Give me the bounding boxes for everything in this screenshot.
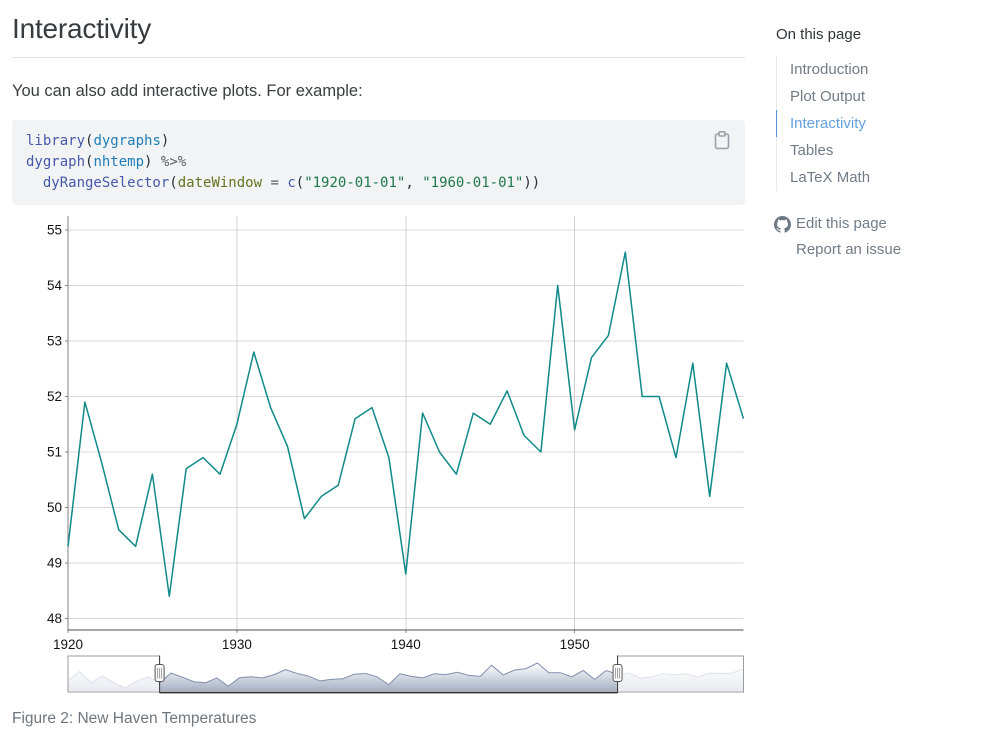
y-tick-label: 49 bbox=[47, 556, 62, 571]
y-tick-label: 51 bbox=[47, 445, 62, 460]
copy-code-button[interactable] bbox=[711, 129, 733, 151]
code-link[interactable]: nhtemp bbox=[93, 154, 144, 170]
report-an-issue-link[interactable]: Report an issue bbox=[774, 237, 901, 263]
edit-this-page-link[interactable]: Edit this page bbox=[774, 211, 901, 237]
range-handle-right[interactable] bbox=[613, 665, 622, 682]
dygraph-chart[interactable]: 48 49 50 51 52 53 54 55 1920 1930 1940 1950 bbox=[0, 209, 750, 705]
toc-item-latex-math[interactable]: LaTeX Math bbox=[776, 164, 986, 191]
toc-item-introduction[interactable]: Introduction bbox=[776, 56, 986, 83]
x-tick-label: 1920 bbox=[53, 637, 83, 652]
page-tools: Edit this page Report an issue bbox=[774, 211, 901, 263]
x-tick-label: 1940 bbox=[391, 637, 421, 652]
code-link[interactable]: dygraphs bbox=[93, 133, 160, 149]
icon-spacer bbox=[774, 242, 791, 259]
toc-item-tables[interactable]: Tables bbox=[776, 137, 986, 164]
y-tick-label: 52 bbox=[47, 389, 62, 404]
page: Interactivity You can also add interacti… bbox=[0, 0, 1000, 749]
range-veil-left[interactable] bbox=[68, 656, 160, 692]
github-icon bbox=[774, 216, 791, 233]
clipboard-icon bbox=[711, 129, 733, 151]
toc-heading: On this page bbox=[776, 26, 986, 43]
intro-paragraph: You can also add interactive plots. For … bbox=[12, 82, 363, 101]
y-tick-label: 50 bbox=[47, 500, 62, 515]
range-veil-right[interactable] bbox=[618, 656, 744, 692]
x-tick-label: 1930 bbox=[222, 637, 252, 652]
code-block: library(dygraphs)dygraph(nhtemp) %>% dyR… bbox=[12, 120, 745, 205]
y-tick-label: 55 bbox=[47, 223, 62, 238]
y-tick-label: 53 bbox=[47, 334, 62, 349]
toc-item-plot-output[interactable]: Plot Output bbox=[776, 83, 986, 110]
range-handle-left[interactable] bbox=[155, 665, 164, 682]
edit-this-page-label: Edit this page bbox=[796, 211, 887, 237]
toc-list: IntroductionPlot OutputInteractivityTabl… bbox=[776, 56, 986, 191]
toc-item-interactivity[interactable]: Interactivity bbox=[776, 110, 986, 137]
code-lines: library(dygraphs)dygraph(nhtemp) %>% dyR… bbox=[12, 120, 745, 205]
report-an-issue-label: Report an issue bbox=[796, 237, 901, 263]
figure-caption: Figure 2: New Haven Temperatures bbox=[12, 710, 256, 728]
title-divider bbox=[12, 57, 745, 58]
y-tick-label: 48 bbox=[47, 611, 62, 626]
page-title: Interactivity bbox=[12, 13, 151, 45]
y-tick-label: 54 bbox=[47, 278, 63, 293]
x-tick-label: 1950 bbox=[560, 637, 590, 652]
on-this-page-nav: On this page IntroductionPlot OutputInte… bbox=[776, 26, 986, 191]
